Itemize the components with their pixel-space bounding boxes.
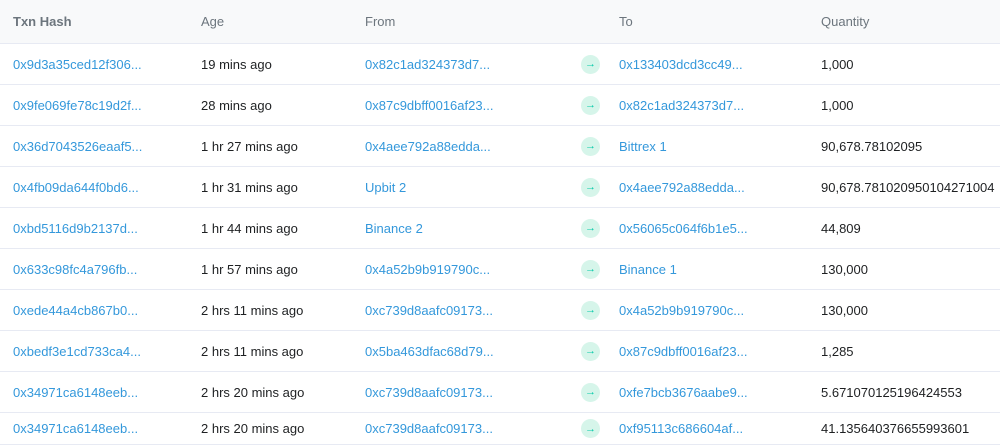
- txn-hash-link[interactable]: 0x9fe069fe78c19d2f...: [0, 98, 201, 113]
- quantity-value: 130,000: [821, 302, 868, 318]
- txn-age: 2 hrs 20 mins ago: [201, 421, 305, 436]
- txn-hash-link[interactable]: 0xbd5116d9b2137d...: [0, 221, 201, 236]
- direction-cell: →: [565, 259, 619, 279]
- from-address-link[interactable]: 0x87c9dbff0016af23...: [365, 98, 565, 113]
- right-arrow-icon: →: [581, 136, 600, 156]
- from-address-link[interactable]: Binance 2: [365, 221, 565, 236]
- right-arrow-icon: →: [581, 419, 600, 438]
- right-arrow-icon: →: [581, 95, 600, 115]
- direction-cell: →: [565, 177, 619, 197]
- to-address-link[interactable]: 0x56065c064f6b1e5...: [619, 221, 821, 236]
- direction-cell: →: [565, 382, 619, 402]
- direction-cell: →: [565, 218, 619, 238]
- from-address-link[interactable]: 0xc739d8aafc09173...: [365, 421, 565, 436]
- quantity-value: 1,000: [821, 97, 854, 113]
- right-arrow-icon: →: [581, 177, 600, 197]
- txn-hash-link[interactable]: 0xbedf3e1cd733ca4...: [0, 344, 201, 359]
- quantity-value: 1,285: [821, 343, 854, 359]
- table-row: 0x34971ca6148eeb... 2 hrs 20 mins ago 0xc7…: [0, 413, 1000, 445]
- column-header-txn-hash: Txn Hash: [13, 14, 72, 29]
- column-header-quantity: Quantity: [821, 14, 870, 29]
- from-address-link[interactable]: 0xc739d8aafc09173...: [365, 385, 565, 400]
- txn-age: 28 mins ago: [201, 97, 272, 113]
- txn-age: 1 hr 27 mins ago: [201, 138, 298, 154]
- right-arrow-icon: →: [581, 259, 600, 279]
- txn-hash-link[interactable]: 0x633c98fc4a796fb...: [0, 262, 201, 277]
- txn-age: 2 hrs 11 mins ago: [201, 302, 304, 318]
- table-row: 0xbd5116d9b2137d... 1 hr 44 mins ago Binan…: [0, 208, 1000, 249]
- direction-cell: →: [565, 341, 619, 361]
- to-address-link[interactable]: 0x133403dcd3cc49...: [619, 57, 821, 72]
- quantity-value: 5.671070125196424553: [821, 384, 962, 400]
- to-address-link[interactable]: 0xf95113c686604af...: [619, 421, 821, 436]
- right-arrow-icon: →: [581, 300, 600, 320]
- column-header-from: From: [365, 14, 396, 29]
- right-arrow-icon: →: [581, 382, 600, 402]
- to-address-link[interactable]: 0x4a52b9b919790c...: [619, 303, 821, 318]
- right-arrow-icon: →: [581, 218, 600, 238]
- direction-cell: →: [565, 136, 619, 156]
- from-address-link[interactable]: 0xc739d8aafc09173...: [365, 303, 565, 318]
- quantity-value: 90,678.78102095: [821, 138, 923, 154]
- to-address-link[interactable]: Binance 1: [619, 262, 821, 277]
- quantity-value: 1,000: [821, 56, 854, 72]
- table-row: 0x633c98fc4a796fb... 1 hr 57 mins ago 0x4a…: [0, 249, 1000, 290]
- transactions-table: Txn Hash Age From To Quantity 0x9d3a35ce…: [0, 0, 1000, 445]
- table-row: 0x4fb09da644f0bd6... 1 hr 31 mins ago Upbi…: [0, 167, 1000, 208]
- quantity-value: 44,809: [821, 220, 861, 236]
- column-header-age: Age: [201, 14, 225, 29]
- table-header: Txn Hash Age From To Quantity: [0, 0, 1000, 44]
- table-row: 0x34971ca6148eeb... 2 hrs 20 mins ago 0xc7…: [0, 372, 1000, 413]
- txn-hash-link[interactable]: 0x4fb09da644f0bd6...: [0, 180, 201, 195]
- table-row: 0xede44a4cb867b0... 2 hrs 11 mins ago 0xc7…: [0, 290, 1000, 331]
- from-address-link[interactable]: 0x4a52b9b919790c...: [365, 262, 565, 277]
- txn-age: 2 hrs 20 mins ago: [201, 384, 305, 400]
- table-row: 0x36d7043526eaaf5... 1 hr 27 mins ago 0x4a…: [0, 126, 1000, 167]
- quantity-value: 41.135640376655993601: [821, 421, 970, 436]
- to-address-link[interactable]: Bittrex 1: [619, 139, 821, 154]
- txn-hash-link[interactable]: 0x34971ca6148eeb...: [0, 421, 201, 436]
- txn-hash-link[interactable]: 0x36d7043526eaaf5...: [0, 139, 201, 154]
- to-address-link[interactable]: 0x82c1ad324373d7...: [619, 98, 821, 113]
- direction-cell: →: [565, 95, 619, 115]
- from-address-link[interactable]: Upbit 2: [365, 180, 565, 195]
- column-header-to: To: [619, 14, 633, 29]
- quantity-value: 130,000: [821, 261, 868, 277]
- from-address-link[interactable]: 0x82c1ad324373d7...: [365, 57, 565, 72]
- right-arrow-icon: →: [581, 54, 600, 74]
- txn-hash-link[interactable]: 0x34971ca6148eeb...: [0, 385, 201, 400]
- to-address-link[interactable]: 0x4aee792a88edda...: [619, 180, 821, 195]
- to-address-link[interactable]: 0x87c9dbff0016af23...: [619, 344, 821, 359]
- txn-hash-link[interactable]: 0xede44a4cb867b0...: [0, 303, 201, 318]
- txn-hash-link[interactable]: 0x9d3a35ced12f306...: [0, 57, 201, 72]
- quantity-value: 90,678.781020950104271004: [821, 179, 995, 195]
- from-address-link[interactable]: 0x4aee792a88edda...: [365, 139, 565, 154]
- direction-cell: →: [565, 419, 619, 438]
- from-address-link[interactable]: 0x5ba463dfac68d79...: [365, 344, 565, 359]
- txn-age: 1 hr 31 mins ago: [201, 179, 298, 195]
- txn-age: 2 hrs 11 mins ago: [201, 343, 304, 359]
- table-row: 0x9d3a35ced12f306... 19 mins ago 0x82c1ad3…: [0, 44, 1000, 85]
- txn-age: 1 hr 44 mins ago: [201, 220, 298, 236]
- table-row: 0x9fe069fe78c19d2f... 28 mins ago 0x87c9db…: [0, 85, 1000, 126]
- table-row: 0xbedf3e1cd733ca4... 2 hrs 11 mins ago 0x5…: [0, 331, 1000, 372]
- txn-age: 19 mins ago: [201, 56, 272, 72]
- to-address-link[interactable]: 0xfe7bcb3676aabe9...: [619, 385, 821, 400]
- direction-cell: →: [565, 300, 619, 320]
- right-arrow-icon: →: [581, 341, 600, 361]
- txn-age: 1 hr 57 mins ago: [201, 261, 298, 277]
- direction-cell: →: [565, 54, 619, 74]
